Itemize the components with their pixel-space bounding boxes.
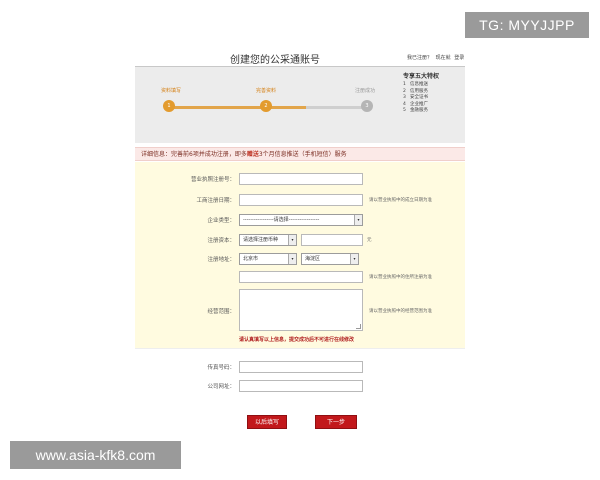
fill-later-button[interactable]: 以后填写 bbox=[247, 415, 287, 429]
next-step-button[interactable]: 下一步 bbox=[315, 415, 357, 429]
capital-amount-input[interactable] bbox=[301, 234, 363, 246]
chevron-down-icon: ▾ bbox=[350, 254, 358, 264]
website-input[interactable] bbox=[239, 380, 363, 392]
fax-input[interactable] bbox=[239, 361, 363, 373]
step-1-dot: 1 bbox=[163, 100, 175, 112]
resize-handle-icon[interactable] bbox=[356, 324, 361, 329]
business-scope-textarea[interactable] bbox=[239, 289, 363, 331]
progress-track-2a bbox=[271, 106, 306, 109]
site-watermark-badge: www.asia-kfk8.com bbox=[10, 441, 181, 469]
step-1-label: 资料填写 bbox=[161, 88, 182, 94]
city-value: 北京市 bbox=[243, 256, 259, 262]
warning-text: 请认真填写以上信息，提交成功后不可进行在线修改 bbox=[239, 337, 355, 343]
license-number-input[interactable] bbox=[239, 173, 363, 185]
company-type-value: -----------------请选择----------------- bbox=[243, 217, 320, 223]
district-select[interactable]: 海淀区 ▾ bbox=[301, 253, 359, 265]
now-text: 现在就 bbox=[435, 55, 451, 61]
reg-date-input[interactable] bbox=[239, 194, 363, 206]
step-2-label: 完善资料 bbox=[256, 88, 277, 94]
page-title: 创建您的公采通账号 bbox=[230, 55, 320, 66]
city-select[interactable]: 北京市 ▾ bbox=[239, 253, 297, 265]
district-value: 海淀区 bbox=[305, 256, 321, 262]
address-detail-input[interactable] bbox=[239, 271, 363, 283]
progress-track-2b bbox=[306, 106, 367, 109]
registered-question: 我已注册？ bbox=[407, 55, 433, 61]
step-3-label: 注册成功 bbox=[355, 88, 376, 94]
currency-select[interactable]: 请选择注册币种 ▾ bbox=[239, 234, 297, 246]
benefit-item: 5 金融服务 bbox=[403, 108, 428, 113]
progress-track-1 bbox=[168, 106, 271, 109]
section-divider bbox=[135, 348, 465, 349]
notice-bar: 详细信息：完善前6项并成功注册，即多赠送3个月信息推送（手机短信）服务 bbox=[135, 147, 465, 161]
capital-unit: 元 bbox=[367, 238, 372, 243]
step-2-dot: 2 bbox=[260, 100, 272, 112]
chevron-down-icon: ▾ bbox=[288, 254, 296, 264]
address-hint: 请以营业执照中的住所注册为准 bbox=[369, 275, 432, 280]
registration-panel: 创建您的公采通账号 我已注册？ 现在就 登录 资料填写 完善资料 注册成功 1 … bbox=[135, 45, 465, 440]
login-link[interactable]: 登录 bbox=[454, 55, 464, 61]
notice-highlight: 赠送 bbox=[246, 151, 259, 158]
benefits-box: 专享五大特权 1 信息推送 2 信用服务 3 安全证书 4 企业推广 5 金融服务 bbox=[403, 71, 463, 115]
capital-label: 注册资本： bbox=[207, 238, 235, 244]
reg-date-label: 工商注册日期： bbox=[196, 198, 235, 204]
address-label: 注册地址： bbox=[207, 257, 235, 263]
reg-date-hint: 请以营业执照中的成立日期为准 bbox=[369, 198, 432, 203]
progress-area: 资料填写 完善资料 注册成功 1 2 3 专享五大特权 1 信息推送 2 信用服务 … bbox=[135, 67, 465, 143]
login-prompt: 我已注册？ 现在就 登录 bbox=[407, 54, 466, 61]
website-label: 公司网址： bbox=[207, 384, 235, 390]
notice-suffix: 3个月信息推送（手机短信）服务 bbox=[258, 151, 347, 158]
fax-label: 传真号码： bbox=[207, 365, 235, 371]
notice-prefix: 详细信息：完善前6项并成功注册，即多 bbox=[141, 151, 247, 158]
chevron-down-icon: ▾ bbox=[354, 215, 362, 225]
currency-value: 请选择注册币种 bbox=[243, 237, 279, 243]
scope-label: 经营范围： bbox=[207, 309, 235, 315]
company-type-select[interactable]: -----------------请选择----------------- ▾ bbox=[239, 214, 363, 226]
step-3-dot: 3 bbox=[361, 100, 373, 112]
license-label: 营业执照注册号： bbox=[190, 177, 235, 183]
benefits-title: 专享五大特权 bbox=[403, 73, 440, 80]
chevron-down-icon: ▾ bbox=[288, 235, 296, 245]
company-type-label: 企业类型： bbox=[207, 218, 235, 224]
tg-watermark-badge: TG: MYYJJPP bbox=[465, 12, 589, 38]
scope-hint: 请以营业执照中的经营范围为准 bbox=[369, 309, 432, 314]
